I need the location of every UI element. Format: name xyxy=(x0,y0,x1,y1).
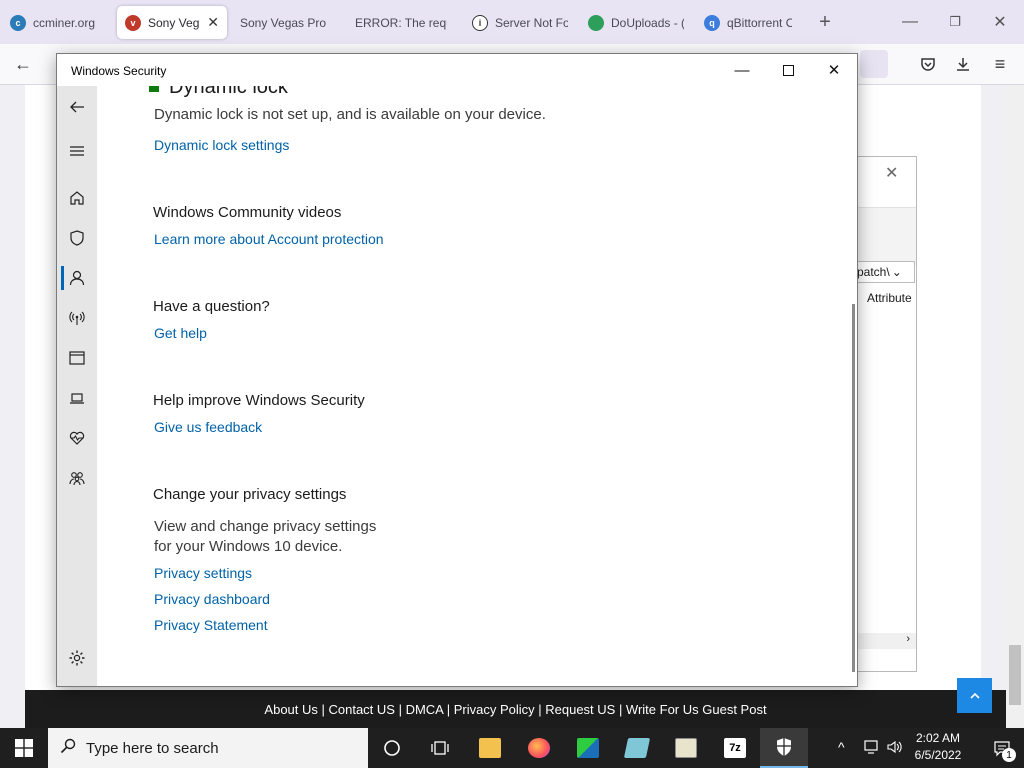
path-text: patch\ xyxy=(857,265,890,279)
network-icon[interactable] xyxy=(862,739,880,758)
ccminer-icon: c xyxy=(10,14,26,31)
tab-title: qBittorrent O xyxy=(727,15,792,30)
task-view-icon[interactable] xyxy=(416,728,464,768)
home-icon[interactable] xyxy=(57,181,97,215)
window-title: Windows Security xyxy=(71,64,167,78)
browser-tab[interactable]: ERROR: The reque xyxy=(347,6,455,39)
scrollbar-thumb[interactable] xyxy=(1009,645,1021,705)
address-path[interactable]: patch\ ⌄ xyxy=(853,261,915,283)
chevron-up-icon xyxy=(969,692,980,699)
maximize-icon[interactable] xyxy=(765,54,811,86)
close-icon[interactable]: ✕ xyxy=(985,8,1015,36)
tab-title: ERROR: The reque xyxy=(355,15,447,30)
search-icon xyxy=(60,738,76,759)
dynamic-lock-settings-link[interactable]: Dynamic lock settings xyxy=(154,137,289,153)
browser-tab[interactable]: Sony Vegas Pro 1 xyxy=(232,6,338,39)
new-tab-button[interactable]: + xyxy=(810,8,840,36)
privacy-settings-link[interactable]: Privacy settings xyxy=(154,565,252,581)
window-title-bar: Windows Security — ✕ xyxy=(57,54,857,86)
7zip-icon[interactable]: 7z xyxy=(711,728,759,768)
app-browser-window-icon[interactable] xyxy=(57,341,97,375)
column-header[interactable]: Attribute xyxy=(867,291,912,305)
restore-icon[interactable]: ❐ xyxy=(940,8,970,36)
browser-tab[interactable]: i Server Not Fo xyxy=(464,6,576,39)
back-arrow-icon[interactable]: ← xyxy=(8,50,38,78)
section-title-question: Have a question? xyxy=(153,298,270,315)
action-center-button[interactable]: 1 xyxy=(980,728,1024,768)
wireless-antenna-icon[interactable] xyxy=(57,301,97,335)
tab-title: DoUploads - ( xyxy=(611,15,684,30)
browser-tab-active[interactable]: v Sony Vega ✕ xyxy=(117,6,227,39)
give-feedback-link[interactable]: Give us feedback xyxy=(154,419,262,435)
system-clock[interactable]: 2:02 AM 6/5/2022 xyxy=(900,730,976,766)
browser-tab[interactable]: q qBittorrent O xyxy=(696,6,800,39)
chevron-up-icon[interactable]: ^ xyxy=(838,739,845,755)
app-teal-icon[interactable] xyxy=(613,728,661,768)
taskbar-search-box[interactable]: Type here to search xyxy=(48,728,368,768)
qbittorrent-icon: q xyxy=(704,14,720,31)
close-icon[interactable]: ✕ xyxy=(885,163,898,183)
sony-vegas-icon: v xyxy=(125,14,141,31)
privacy-description-line1: View and change privacy settings xyxy=(154,518,377,535)
settings-gear-icon[interactable] xyxy=(57,641,97,675)
tab-title: ccminer.org xyxy=(33,15,96,30)
clock-date: 6/5/2022 xyxy=(914,748,962,762)
content-scrollbar[interactable] xyxy=(852,304,855,672)
footer-links[interactable]: About Us | Contact US | DMCA | Privacy P… xyxy=(264,702,766,717)
family-icon[interactable] xyxy=(57,461,97,495)
info-icon: i xyxy=(472,14,488,31)
chevron-down-icon: ⌄ xyxy=(891,265,902,279)
section-title-improve: Help improve Windows Security xyxy=(153,392,365,409)
tab-title: Sony Vegas Pro 1 xyxy=(240,15,330,30)
privacy-statement-link[interactable]: Privacy Statement xyxy=(154,617,268,633)
clock-time: 2:02 AM xyxy=(915,731,961,745)
notepad-chart-icon[interactable] xyxy=(662,728,710,768)
privacy-dashboard-link[interactable]: Privacy dashboard xyxy=(154,591,270,607)
account-person-icon[interactable] xyxy=(57,261,97,295)
start-button[interactable] xyxy=(0,728,48,768)
dynamic-lock-description: Dynamic lock is not set up, and is avail… xyxy=(154,106,546,123)
chevron-right-icon[interactable]: › xyxy=(857,633,916,649)
back-arrow-icon[interactable] xyxy=(57,90,97,124)
douploads-icon xyxy=(588,14,604,31)
firefox-icon[interactable] xyxy=(515,728,563,768)
tab-title: Server Not Fo xyxy=(495,15,568,30)
background-explorer-window: ✕ patch\ ⌄ Attribute › xyxy=(853,156,917,672)
shield-icon[interactable] xyxy=(57,221,97,255)
laptop-device-icon[interactable] xyxy=(57,381,97,415)
download-icon[interactable] xyxy=(948,50,978,78)
close-tab-icon[interactable]: ✕ xyxy=(207,14,219,31)
get-help-link[interactable]: Get help xyxy=(154,325,207,341)
cortana-circle-icon[interactable] xyxy=(368,728,416,768)
pocket-icon[interactable] xyxy=(913,50,943,78)
app-green-icon[interactable] xyxy=(564,728,612,768)
search-placeholder: Type here to search xyxy=(86,739,219,757)
url-bar[interactable] xyxy=(860,50,888,78)
browser-tab-strip: c ccminer.org v Sony Vega ✕ Sony Vegas P… xyxy=(0,0,1024,44)
browser-tab[interactable]: c ccminer.org xyxy=(2,6,114,39)
section-title-community: Windows Community videos xyxy=(153,204,342,221)
privacy-description-line2: for your Windows 10 device. xyxy=(154,538,343,555)
browser-tab[interactable]: DoUploads - ( xyxy=(580,6,692,39)
close-icon[interactable]: ✕ xyxy=(811,54,857,86)
windows-security-icon[interactable] xyxy=(760,728,808,768)
tab-title: Sony Vega xyxy=(148,15,200,30)
notification-count-badge: 1 xyxy=(1002,748,1016,762)
site-footer: About Us | Contact US | DMCA | Privacy P… xyxy=(25,690,1006,728)
taskbar: Type here to search 7z ^ 2:02 AM 6/5/202… xyxy=(0,728,1024,768)
section-title-privacy: Change your privacy settings xyxy=(153,486,347,503)
page-scrollbar[interactable] xyxy=(1006,85,1024,728)
ribbon-area xyxy=(857,207,916,265)
minimize-icon[interactable]: — xyxy=(719,54,765,86)
account-protection-videos-link[interactable]: Learn more about Account protection xyxy=(154,231,384,247)
hamburger-menu-icon[interactable] xyxy=(57,134,97,168)
minimize-icon[interactable]: — xyxy=(895,8,925,36)
heart-pulse-icon[interactable] xyxy=(57,421,97,455)
windows-security-window: Dynamic lock Windows Security — ✕ Dynami… xyxy=(56,53,858,687)
hamburger-menu-icon[interactable]: ≡ xyxy=(985,50,1015,78)
scroll-to-top-button[interactable] xyxy=(957,678,992,713)
windows-logo-icon xyxy=(15,739,33,757)
nav-rail xyxy=(57,54,97,686)
file-explorer-icon[interactable] xyxy=(466,728,514,768)
